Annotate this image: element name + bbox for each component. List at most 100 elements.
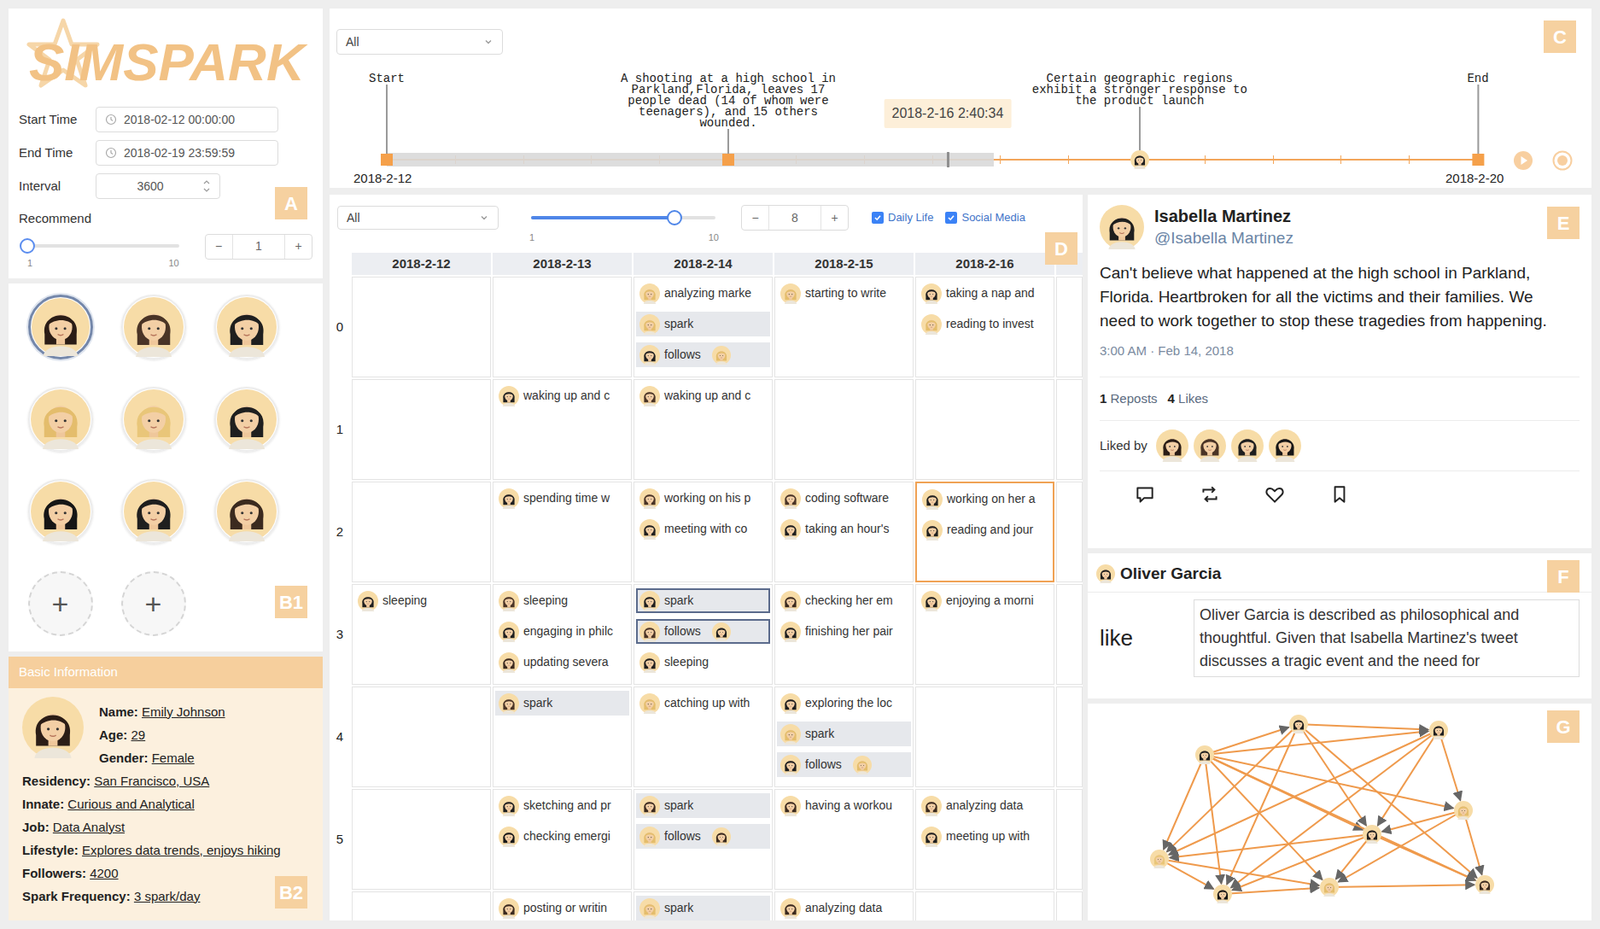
activity-entry[interactable]: enjoying a morni: [917, 588, 1052, 614]
activity-entry[interactable]: spending time w: [495, 485, 630, 511]
spark-entry[interactable]: spark: [636, 793, 771, 818]
entry-body[interactable]: having a workou: [776, 793, 911, 818]
schedule-cell[interactable]: starting to write: [774, 276, 914, 378]
agent-button[interactable]: [214, 478, 280, 544]
entry-body[interactable]: waking up and c: [636, 383, 771, 409]
entry-body[interactable]: spark: [636, 311, 771, 337]
schedule-cell[interactable]: [351, 788, 491, 890]
schedule-cell[interactable]: sketching and pr checking emergi: [492, 788, 632, 890]
entry-body[interactable]: taking an hour's: [776, 516, 911, 542]
activity-entry[interactable]: updating severa: [495, 649, 630, 675]
spark-entry[interactable]: spark: [636, 311, 771, 337]
node-avatar-icon[interactable]: [1319, 877, 1339, 897]
schedule-cell[interactable]: [351, 481, 491, 583]
entry-body[interactable]: coding software: [776, 485, 911, 511]
activity-entry[interactable]: analyzing data: [776, 895, 911, 921]
increment-button[interactable]: +: [820, 205, 848, 230]
add-agent-button[interactable]: +: [28, 571, 94, 637]
schedule-cell[interactable]: posting or writin: [492, 891, 632, 921]
entry-body[interactable]: exploring the loc: [776, 690, 911, 716]
schedule-cell[interactable]: working on his p meeting with co: [633, 481, 773, 583]
schedule-cell[interactable]: waking up and c: [492, 379, 632, 480]
liker-avatar-icon[interactable]: [1193, 429, 1227, 462]
slider-thumb[interactable]: [666, 210, 683, 226]
node-avatar-icon[interactable]: [1150, 849, 1169, 869]
entry-body[interactable]: meeting up with: [917, 823, 1052, 849]
zoom-slider[interactable]: 110: [531, 204, 716, 231]
entry-body[interactable]: taking a nap and: [917, 280, 1052, 306]
stepper-value[interactable]: 1: [233, 234, 285, 259]
entry-body[interactable]: spark: [776, 721, 911, 747]
add-agent-button[interactable]: +: [121, 571, 187, 637]
setting-input[interactable]: 3600: [95, 173, 221, 199]
activity-entry[interactable]: sleeping: [495, 588, 630, 614]
schedule-cell[interactable]: [774, 379, 914, 480]
agent-button[interactable]: [121, 478, 187, 544]
agent-button[interactable]: [121, 294, 187, 360]
entry-body[interactable]: sketching and pr: [495, 793, 630, 818]
entry-body[interactable]: follows: [636, 823, 771, 849]
agent-button[interactable]: [121, 386, 187, 452]
node-avatar-icon[interactable]: [1429, 720, 1449, 740]
schedule-cell[interactable]: spark follows sleeping: [633, 583, 773, 685]
entry-body[interactable]: spark: [636, 588, 771, 614]
activity-entry[interactable]: working on his p: [636, 485, 771, 511]
schedule-cell[interactable]: [915, 891, 1055, 921]
likes-count[interactable]: 4 Likes: [1167, 389, 1209, 409]
entry-body[interactable]: reading to invest: [917, 311, 1052, 337]
schedule-cell[interactable]: spending time w: [492, 481, 632, 583]
schedule-cell[interactable]: analyzing marke spark follows: [633, 276, 773, 378]
schedule-cell[interactable]: [915, 686, 1055, 788]
entry-body[interactable]: working on her a: [918, 486, 1052, 512]
activity-entry[interactable]: engaging in philc: [495, 618, 630, 644]
activity-entry[interactable]: sleeping: [354, 588, 489, 614]
liker-avatar-icon[interactable]: [1156, 429, 1189, 462]
activity-entry[interactable]: waking up and c: [495, 383, 630, 409]
schedule-cell[interactable]: [351, 276, 491, 378]
activity-entry[interactable]: analyzing marke: [636, 280, 771, 306]
schedule-cell[interactable]: exploring the loc spark follows: [774, 686, 914, 788]
activity-entry[interactable]: analyzing data: [917, 793, 1052, 818]
entry-body[interactable]: checking emergi: [495, 823, 630, 849]
agent-button[interactable]: [214, 294, 280, 360]
spark-entry[interactable]: spark: [636, 588, 771, 614]
entry-body[interactable]: follows: [776, 752, 911, 777]
timeline-marker[interactable]: End: [1466, 73, 1489, 166]
timeline-marker[interactable]: Certain geographic regions exhibit a str…: [1032, 73, 1248, 170]
activity-entry[interactable]: meeting with co: [636, 516, 771, 542]
schedule-cell[interactable]: [915, 379, 1055, 480]
reposts-count[interactable]: 1 Reposts: [1099, 389, 1158, 409]
activity-entry[interactable]: taking a nap and: [917, 280, 1052, 306]
activity-entry[interactable]: starting to write: [776, 280, 911, 306]
schedule-cell[interactable]: having a workou: [774, 788, 914, 890]
entry-body[interactable]: sleeping: [636, 649, 771, 675]
follows-entry[interactable]: follows: [636, 823, 771, 849]
entry-body[interactable]: sleeping: [495, 588, 630, 614]
schedule-cell[interactable]: sleeping engaging in philc updating severa: [492, 583, 632, 685]
schedule-cell[interactable]: [351, 686, 491, 788]
entry-body[interactable]: spending time w: [495, 485, 630, 511]
activity-entry[interactable]: sleeping: [636, 649, 771, 675]
follows-entry[interactable]: follows: [636, 618, 771, 644]
activity-entry[interactable]: reading and jour: [918, 517, 1052, 543]
setting-value[interactable]: 2018-02-12 00:00:00: [123, 110, 269, 129]
schedule-cell[interactable]: analyzing data meeting up with: [915, 788, 1055, 890]
schedule-cell[interactable]: spark: [633, 891, 773, 921]
entry-body[interactable]: working on his p: [636, 485, 771, 511]
activity-entry[interactable]: posting or writin: [495, 895, 630, 921]
entry-body[interactable]: follows: [636, 342, 771, 368]
checkbox[interactable]: [945, 211, 958, 224]
node-avatar-icon[interactable]: [1454, 800, 1473, 820]
entry-body[interactable]: updating severa: [495, 649, 630, 675]
spark-entry[interactable]: spark: [636, 895, 771, 921]
stepper-value[interactable]: 8: [769, 205, 821, 230]
activity-entry[interactable]: having a workou: [776, 793, 911, 818]
category-checkbox[interactable]: Daily Life: [871, 209, 934, 227]
node-avatar-icon[interactable]: [1475, 875, 1495, 894]
schedule-cell[interactable]: working on her a reading and jour: [915, 481, 1055, 583]
schedule-cell[interactable]: catching up with: [633, 686, 773, 788]
schedule-cell[interactable]: taking a nap and reading to invest: [915, 276, 1055, 378]
decrement-button[interactable]: −: [205, 234, 234, 259]
activity-entry[interactable]: coding software: [776, 485, 911, 511]
spark-entry[interactable]: spark: [495, 690, 630, 716]
